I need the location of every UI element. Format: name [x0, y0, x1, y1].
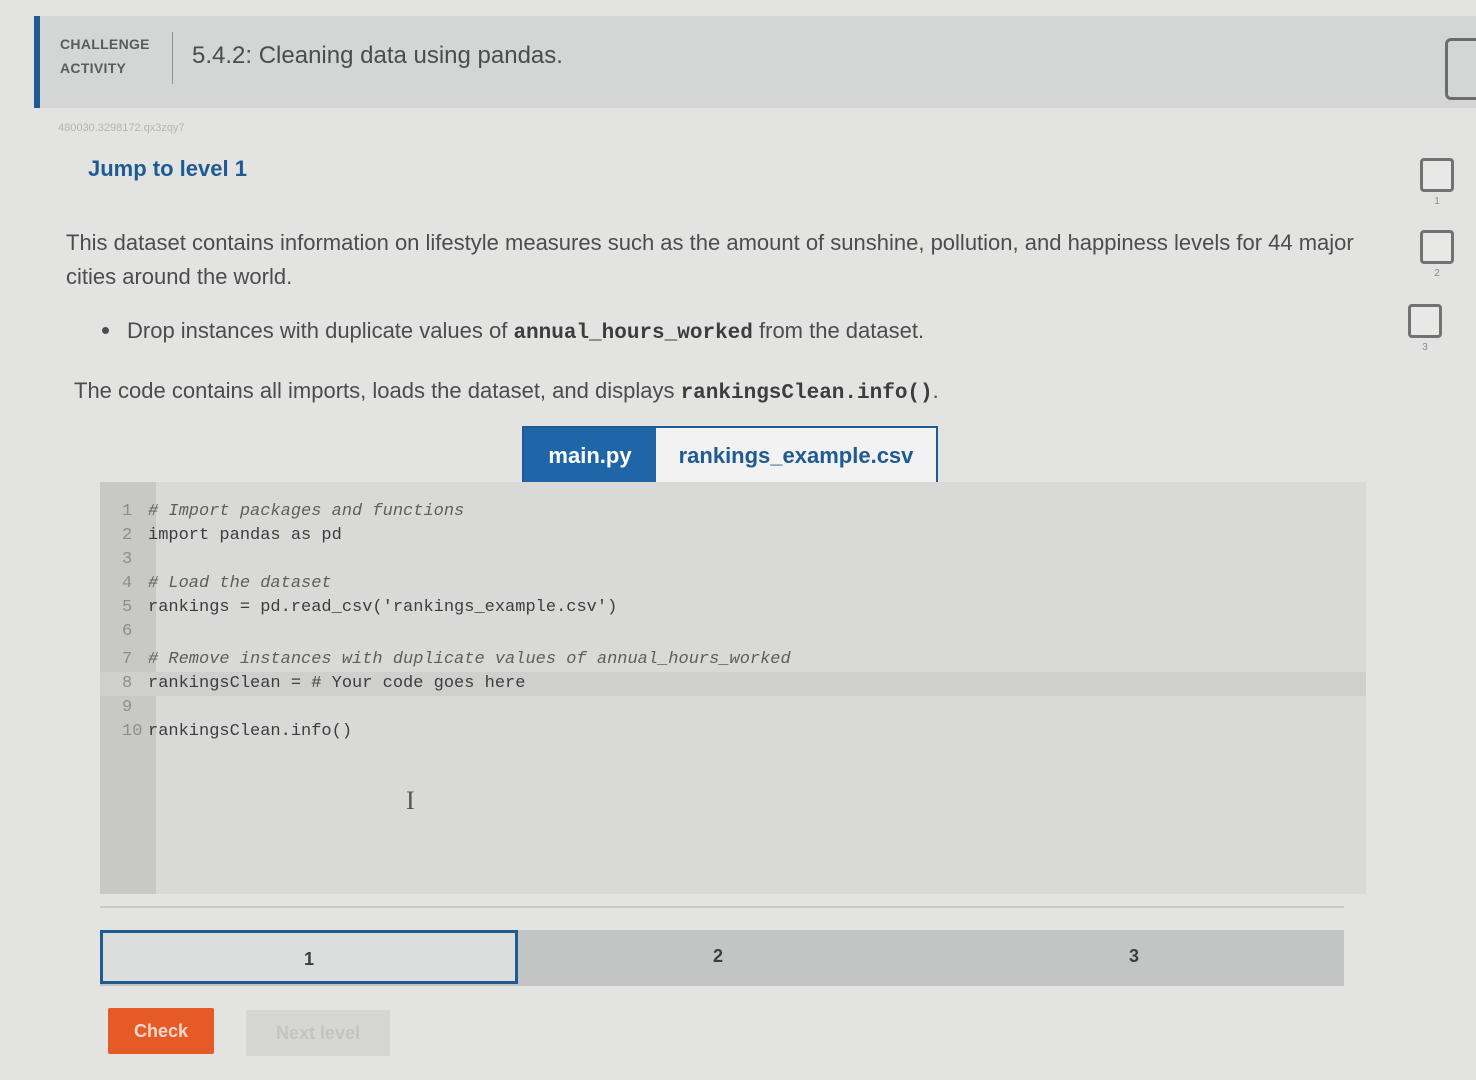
level-2-segment[interactable]: 2: [518, 930, 918, 986]
tab-rankings-csv[interactable]: rankings_example.csv: [656, 428, 936, 484]
code-line[interactable]: 7 # Remove instances with duplicate value…: [100, 648, 1366, 672]
code-text: import pandas as pd: [148, 526, 342, 545]
text-cursor-icon: I: [406, 786, 415, 815]
jump-to-level-link[interactable]: Jump to level 1: [88, 156, 247, 182]
line-number: 5: [122, 598, 133, 617]
activity-title: 5.4.2: Cleaning data using pandas.: [192, 42, 563, 69]
code-note: The code contains all imports, loads the…: [74, 378, 939, 405]
code-line[interactable]: 5 rankings = pd.read_csv('rankings_exampl…: [100, 596, 1366, 620]
code-text: rankingsClean = # Your code goes here: [148, 674, 526, 693]
check-button[interactable]: Check: [108, 1008, 214, 1054]
side-level-number: 1: [1434, 196, 1440, 207]
next-level-button[interactable]: Next level: [246, 1010, 390, 1056]
code-note-code: rankingsClean.info(): [680, 382, 933, 405]
code-line[interactable]: 4 # Load the dataset: [100, 572, 1366, 596]
line-number: 10: [122, 722, 143, 741]
badge-line1: CHALLENGE: [60, 36, 150, 52]
task-bullet: Drop instances with duplicate values of …: [102, 318, 924, 345]
code-text: rankingsClean.info(): [148, 722, 353, 741]
side-level-3[interactable]: 3: [1408, 304, 1442, 353]
line-number: 3: [122, 550, 133, 569]
code-text: # Import packages and functions: [148, 502, 465, 521]
code-note-before: The code contains all imports, loads the…: [74, 378, 681, 403]
line-number: 8: [122, 674, 133, 693]
code-line[interactable]: 9: [100, 696, 1366, 720]
side-level-1[interactable]: 1: [1420, 158, 1454, 207]
line-number: 7: [122, 650, 133, 669]
bullet-text-after: from the dataset.: [752, 318, 925, 343]
line-number: 1: [122, 502, 133, 521]
level-3-segment[interactable]: 3: [924, 930, 1344, 986]
level-1-segment[interactable]: 1: [100, 930, 518, 984]
side-level-2[interactable]: 2: [1420, 230, 1454, 279]
code-line[interactable]: 6: [100, 620, 1366, 644]
level-checkbox-icon: [1420, 230, 1454, 264]
level-progress-bar: 1 2 3: [100, 930, 1344, 986]
bullet-text-before: Drop instances with duplicate values of: [127, 318, 514, 343]
side-level-number: 2: [1434, 268, 1440, 279]
bullet-code: annual_hours_worked: [513, 322, 753, 345]
line-number: 6: [122, 622, 133, 641]
line-number: 9: [122, 698, 133, 717]
level-checkbox-icon: [1408, 304, 1442, 338]
code-text: # Remove instances with duplicate values…: [148, 650, 791, 669]
code-line[interactable]: 2 import pandas as pd: [100, 524, 1366, 548]
code-editor[interactable]: 1 # Import packages and functions 2 import…: [100, 482, 1366, 894]
code-text: # Load the dataset: [148, 574, 332, 593]
side-level-number: 3: [1422, 342, 1428, 353]
code-line[interactable]: 10 rankingsClean.info(): [100, 720, 1366, 744]
dataset-description: This dataset contains information on lif…: [66, 230, 1354, 289]
activity-id: 480030.3298172.qx3zqy7: [58, 122, 185, 134]
badge-line2: ACTIVITY: [60, 60, 127, 76]
challenge-activity-badge: CHALLENGE ACTIVITY: [60, 32, 150, 80]
code-line[interactable]: 1 # Import packages and functions: [100, 500, 1366, 524]
code-text: rankings = pd.read_csv('rankings_example…: [148, 598, 618, 617]
line-number: 2: [122, 526, 133, 545]
code-note-after: .: [932, 378, 939, 403]
header-divider: [172, 32, 173, 84]
completion-box: [1445, 38, 1476, 100]
bullet-dot: [102, 326, 109, 334]
file-tabs: main.py rankings_example.csv: [522, 426, 938, 486]
editor-separator: [100, 906, 1344, 908]
tab-main-py[interactable]: main.py: [524, 428, 656, 484]
code-line[interactable]: 3: [100, 548, 1366, 572]
line-number: 4: [122, 574, 133, 593]
activity-header: CHALLENGE ACTIVITY 5.4.2: Cleaning data …: [34, 16, 1476, 108]
level-checkbox-icon: [1420, 158, 1454, 192]
code-line-active[interactable]: 8 rankingsClean = # Your code goes here: [100, 672, 1366, 696]
